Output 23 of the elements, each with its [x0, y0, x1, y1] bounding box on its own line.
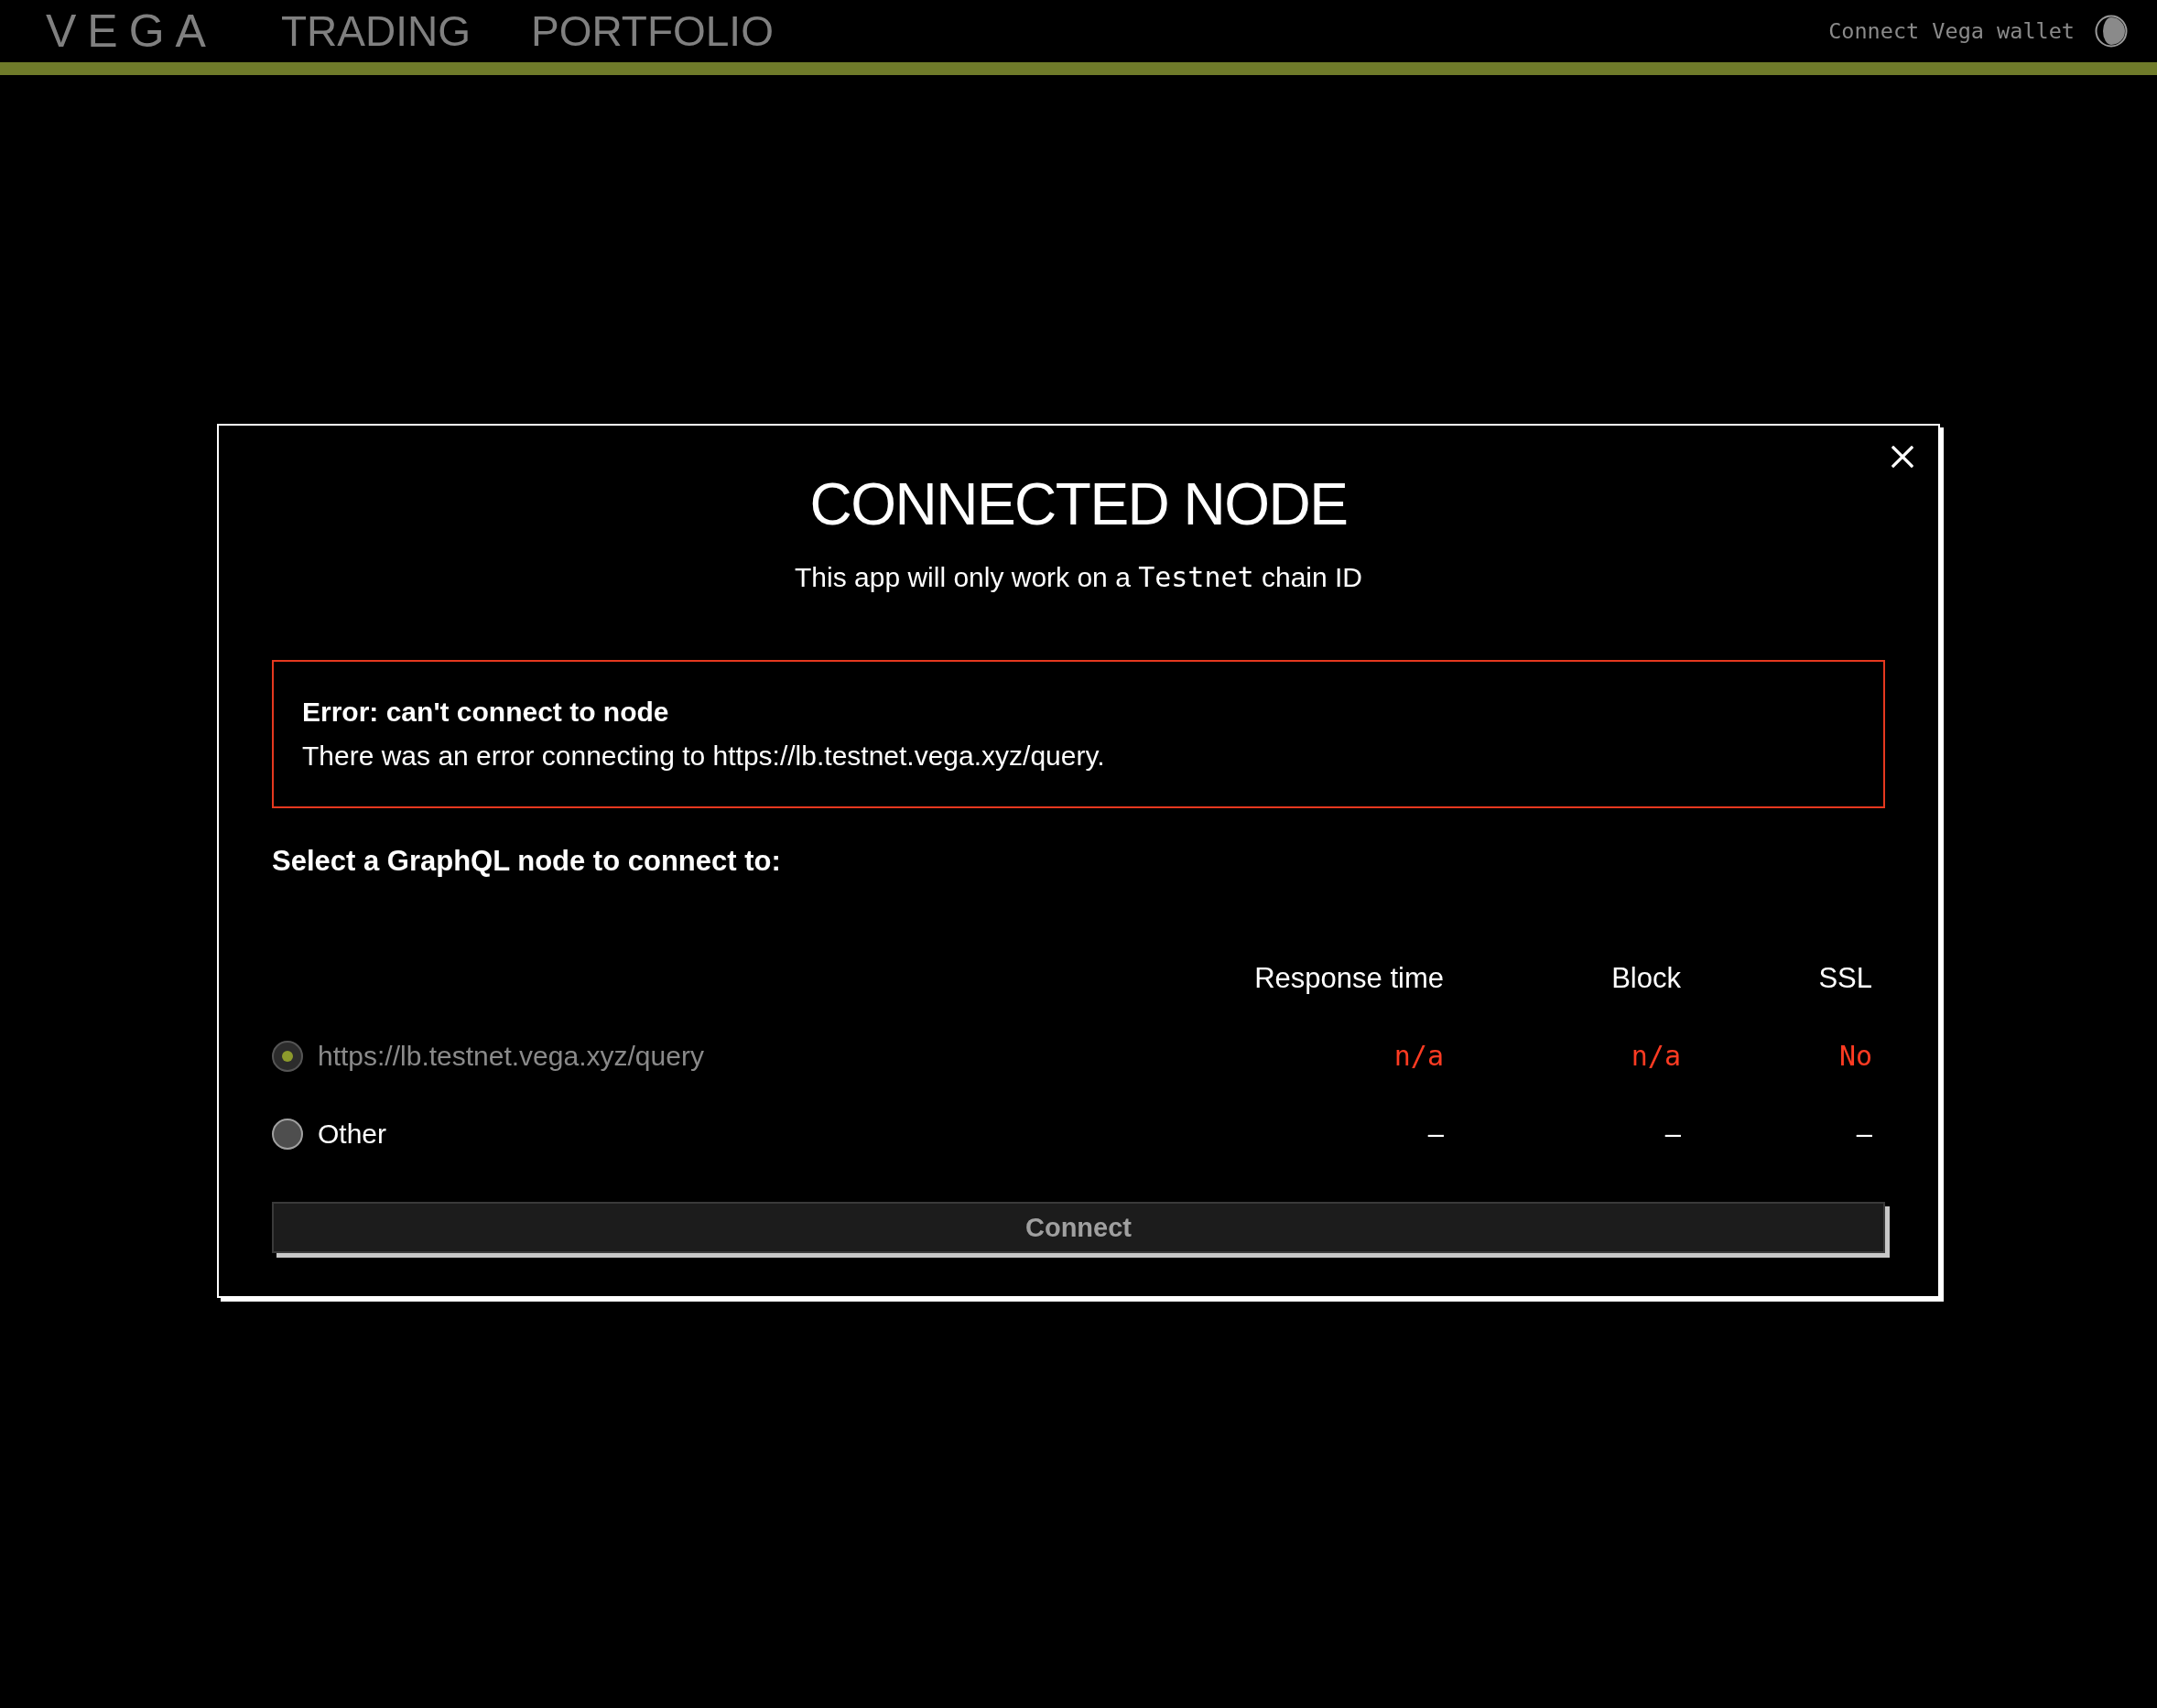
column-header: SSL: [1818, 961, 1872, 994]
table-cell: –: [1856, 1117, 1872, 1150]
error-title: Error: can't connect to node: [302, 696, 670, 729]
nav-link[interactable]: TRADING: [280, 10, 471, 52]
node-prompt: Select a GraphQL node to connect to:: [272, 844, 782, 879]
logo-text: VEGA: [46, 8, 217, 54]
close-icon: [1891, 446, 1913, 468]
table-cell: n/a: [1631, 1040, 1681, 1072]
node-option-label[interactable]: Other: [318, 1118, 387, 1150]
column-header: Response time: [1254, 961, 1444, 994]
table-cell: No: [1838, 1040, 1872, 1072]
connect-wallet-button[interactable]: Connect Vega wallet: [1828, 17, 2075, 45]
contrast-icon[interactable]: [2095, 15, 2128, 48]
table-cell: –: [1664, 1117, 1681, 1150]
radio-button[interactable]: [272, 1118, 303, 1150]
table-cell: –: [1427, 1117, 1444, 1150]
error-message: There was an error connecting to https://lb.testnet.vega.xyz/query.: [302, 740, 1106, 773]
dialog-title: CONNECTED NODE: [808, 470, 1349, 539]
close-button[interactable]: [1891, 446, 1913, 468]
table-cell: n/a: [1393, 1040, 1444, 1072]
nav-link[interactable]: PORTFOLIO: [530, 10, 774, 52]
column-header: Block: [1611, 961, 1681, 994]
dialog-subtitle: This app will only work on a Testnet chain ID: [794, 560, 1363, 595]
